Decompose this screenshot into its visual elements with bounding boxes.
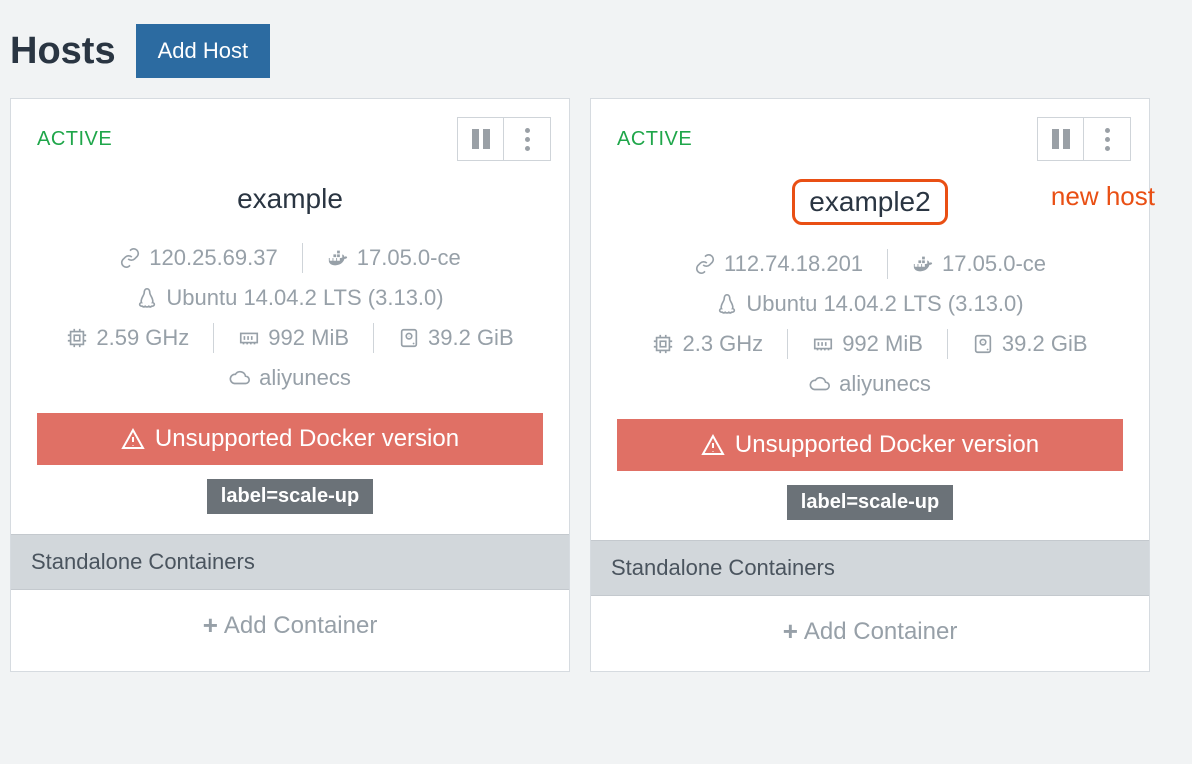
- warning-text: Unsupported Docker version: [155, 425, 459, 453]
- host-disk: 39.2 GiB: [428, 325, 514, 351]
- host-card: ACTIVE example2 new host 112.74.18.201: [590, 98, 1150, 672]
- cloud-icon: [809, 373, 831, 395]
- docker-version: 17.05.0-ce: [942, 251, 1046, 277]
- host-ip: 120.25.69.37: [149, 245, 277, 271]
- add-container-button[interactable]: + Add Container: [11, 590, 569, 665]
- host-memory: 992 MiB: [268, 325, 349, 351]
- menu-button[interactable]: [1084, 118, 1130, 160]
- cpu-icon: [652, 333, 674, 355]
- pause-icon: [1052, 129, 1070, 149]
- linux-icon: [716, 293, 738, 315]
- host-os: Ubuntu 14.04.2 LTS (3.13.0): [746, 291, 1023, 317]
- linux-icon: [136, 287, 158, 309]
- host-cpu: 2.59 GHz: [96, 325, 189, 351]
- warning-banner: Unsupported Docker version: [37, 413, 543, 465]
- containers-section-header: Standalone Containers: [11, 534, 569, 590]
- cpu-icon: [66, 327, 88, 349]
- host-memory: 992 MiB: [842, 331, 923, 357]
- docker-version: 17.05.0-ce: [357, 245, 461, 271]
- host-ip: 112.74.18.201: [724, 251, 863, 277]
- containers-section-header: Standalone Containers: [591, 540, 1149, 596]
- more-icon: [1105, 128, 1110, 151]
- annotation-new-host: new host: [1051, 181, 1155, 212]
- add-container-label: Add Container: [804, 618, 957, 646]
- host-cpu: 2.3 GHz: [682, 331, 763, 357]
- host-cards-container: ACTIVE example 120.25.69.37 17.05.0-ce: [0, 98, 1192, 672]
- pause-button[interactable]: [458, 118, 504, 160]
- host-label-tag: label=scale-up: [207, 479, 373, 514]
- host-label-tag: label=scale-up: [787, 485, 953, 520]
- warning-icon: [121, 427, 145, 451]
- status-badge: ACTIVE: [37, 128, 112, 151]
- menu-button[interactable]: [504, 118, 550, 160]
- host-disk: 39.2 GiB: [1002, 331, 1088, 357]
- host-card: ACTIVE example 120.25.69.37 17.05.0-ce: [10, 98, 570, 672]
- memory-icon: [812, 333, 834, 355]
- warning-text: Unsupported Docker version: [735, 431, 1039, 459]
- card-actions: [457, 117, 551, 161]
- add-host-button[interactable]: Add Host: [136, 24, 271, 78]
- host-os: Ubuntu 14.04.2 LTS (3.13.0): [166, 285, 443, 311]
- cloud-icon: [229, 367, 251, 389]
- docker-icon: [327, 247, 349, 269]
- docker-icon: [912, 253, 934, 275]
- disk-icon: [398, 327, 420, 349]
- pause-button[interactable]: [1038, 118, 1084, 160]
- link-icon: [119, 247, 141, 269]
- warning-banner: Unsupported Docker version: [617, 419, 1123, 471]
- host-name[interactable]: example: [223, 179, 357, 219]
- host-name[interactable]: example2: [792, 179, 947, 225]
- page-title: Hosts: [10, 30, 116, 73]
- disk-icon: [972, 333, 994, 355]
- warning-icon: [701, 433, 725, 457]
- more-icon: [525, 128, 530, 151]
- host-provider: aliyunecs: [259, 365, 351, 391]
- link-icon: [694, 253, 716, 275]
- plus-icon: +: [203, 610, 218, 641]
- memory-icon: [238, 327, 260, 349]
- add-container-label: Add Container: [224, 612, 377, 640]
- page-header: Hosts Add Host: [0, 0, 1192, 98]
- host-provider: aliyunecs: [839, 371, 931, 397]
- card-actions: [1037, 117, 1131, 161]
- plus-icon: +: [783, 616, 798, 647]
- add-container-button[interactable]: + Add Container: [591, 596, 1149, 671]
- status-badge: ACTIVE: [617, 128, 692, 151]
- pause-icon: [472, 129, 490, 149]
